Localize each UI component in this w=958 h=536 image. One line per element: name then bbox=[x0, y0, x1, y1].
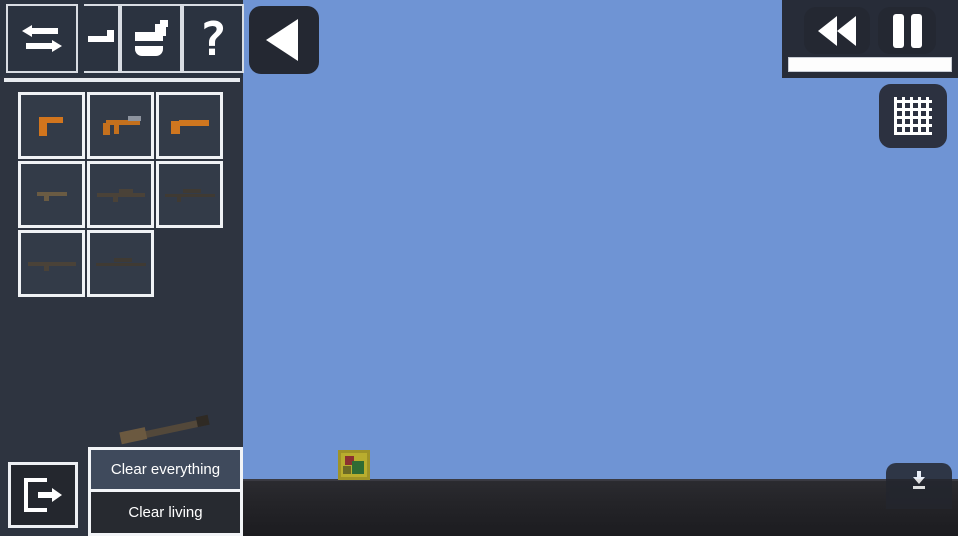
weapon-slot-8[interactable] bbox=[87, 230, 154, 297]
left-sidebar: ? Clear everything Clear living bbox=[0, 0, 244, 536]
weapon-slot-2[interactable] bbox=[87, 92, 154, 159]
slot-cell bbox=[18, 230, 87, 299]
clear-actions-panel: Clear everything Clear living bbox=[88, 447, 243, 536]
weapon-slot-4[interactable] bbox=[18, 161, 85, 228]
move-right-icon bbox=[88, 28, 114, 50]
swap-tool-button[interactable] bbox=[6, 4, 78, 73]
rewind-button[interactable] bbox=[804, 7, 870, 54]
download-button[interactable] bbox=[886, 463, 952, 509]
sniper-rifle-icon bbox=[164, 188, 215, 202]
slot-cell bbox=[156, 92, 225, 161]
speed-slider[interactable] bbox=[788, 57, 952, 72]
sidebar-toolbar: ? bbox=[0, 0, 244, 77]
back-button[interactable] bbox=[249, 6, 319, 74]
pause-icon bbox=[892, 13, 922, 48]
slot-cell bbox=[87, 230, 156, 299]
question-mark-icon: ? bbox=[199, 11, 227, 66]
grid-toggle-button[interactable] bbox=[879, 84, 947, 148]
clear-everything-button[interactable]: Clear everything bbox=[91, 450, 240, 492]
slot-cell bbox=[87, 161, 156, 230]
paint-bucket-icon bbox=[133, 19, 169, 58]
weapon-slot-5[interactable] bbox=[87, 161, 154, 228]
slot-cell bbox=[156, 161, 225, 230]
slot-cell bbox=[87, 92, 156, 161]
weapon-slot-empty bbox=[156, 230, 223, 297]
assault-rifle-icon bbox=[96, 188, 145, 202]
weapon-slot-6[interactable] bbox=[156, 161, 223, 228]
toolbar-divider bbox=[4, 78, 240, 82]
exit-door-icon bbox=[24, 478, 62, 512]
paint-tool-button[interactable] bbox=[120, 4, 182, 73]
pixel-entity-sprite[interactable] bbox=[338, 450, 370, 480]
swap-arrows-icon bbox=[22, 23, 62, 55]
exit-button[interactable] bbox=[8, 462, 78, 528]
game-screen: ? Clear everything Clear living bbox=[0, 0, 958, 536]
playback-controls-panel bbox=[782, 0, 958, 78]
revolver-icon bbox=[170, 117, 209, 135]
shotgun-icon bbox=[27, 257, 76, 271]
weapon-slot-7[interactable] bbox=[18, 230, 85, 297]
sprite-pixel-b bbox=[352, 461, 364, 474]
pistol-icon bbox=[37, 115, 67, 137]
download-icon bbox=[912, 471, 926, 489]
rifle-icon bbox=[95, 257, 146, 271]
weapon-slot-grid bbox=[18, 92, 233, 299]
slot-cell bbox=[18, 161, 87, 230]
move-tool-button[interactable] bbox=[84, 4, 120, 73]
slot-cell bbox=[18, 92, 87, 161]
weapon-slot-1[interactable] bbox=[18, 92, 85, 159]
sprite-pixel-c bbox=[343, 466, 351, 474]
grid-icon bbox=[894, 97, 932, 135]
rewind-icon bbox=[818, 15, 856, 46]
carbine-icon bbox=[36, 189, 67, 201]
triangle-left-icon bbox=[266, 19, 298, 61]
slot-cell bbox=[156, 230, 225, 299]
pause-button[interactable] bbox=[878, 7, 936, 54]
weapon-slot-3[interactable] bbox=[156, 92, 223, 159]
smg-icon bbox=[100, 115, 142, 136]
help-button[interactable]: ? bbox=[182, 4, 244, 73]
clear-living-button[interactable]: Clear living bbox=[91, 491, 240, 533]
